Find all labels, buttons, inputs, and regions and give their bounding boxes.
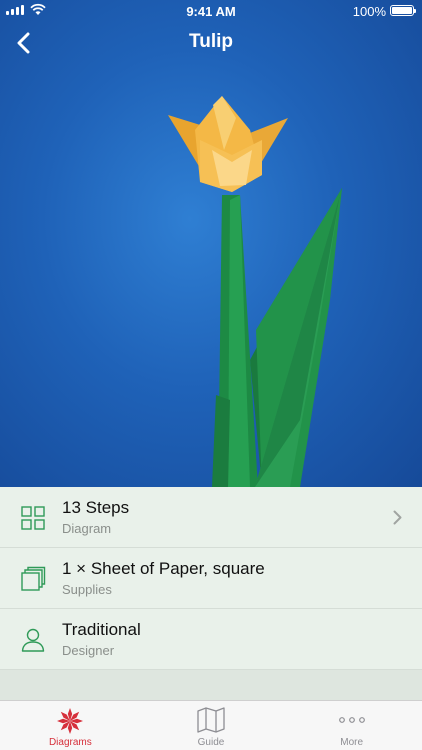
designer-subtitle: Designer (62, 643, 115, 658)
details-list: 13 Steps Diagram 1 × Sheet of Paper, squ… (0, 487, 422, 670)
supplies-subtitle: Supplies (62, 582, 112, 597)
steps-title: 13 Steps (62, 498, 130, 517)
list-footer-spacer (0, 670, 422, 700)
designer-row: Traditional Designer (0, 609, 422, 670)
battery-icon (390, 5, 416, 16)
supplies-title: 1 × Sheet of Paper, square (62, 559, 265, 578)
hero-photo (0, 0, 422, 487)
paper-stack-icon (21, 566, 46, 591)
tab-guide-label: Guide (197, 737, 225, 748)
tab-diagrams[interactable]: Diagrams (0, 701, 141, 750)
flower-icon (57, 708, 84, 734)
steps-subtitle: Diagram (62, 521, 112, 536)
steps-row[interactable]: 13 Steps Diagram (0, 487, 422, 548)
designer-title: Traditional (62, 620, 141, 639)
battery-percentage: 100% (352, 4, 386, 19)
person-icon (21, 628, 45, 652)
map-icon (197, 707, 225, 733)
tab-bar: Diagrams Guide More (0, 700, 422, 750)
tab-guide[interactable]: Guide (141, 701, 282, 750)
tab-diagrams-label: Diagrams (48, 737, 92, 748)
ellipsis-icon (338, 717, 365, 723)
supplies-row: 1 × Sheet of Paper, square Supplies (0, 548, 422, 609)
chevron-right-icon (393, 510, 402, 525)
page-title: Tulip (189, 31, 233, 52)
origami-tulip-image (168, 96, 342, 487)
tab-more[interactable]: More (281, 701, 422, 750)
grid-icon (21, 506, 45, 530)
navigation-bar: Tulip (0, 22, 422, 64)
tab-more-label: More (340, 737, 364, 748)
status-bar: 9:41 AM 100% (0, 0, 422, 22)
